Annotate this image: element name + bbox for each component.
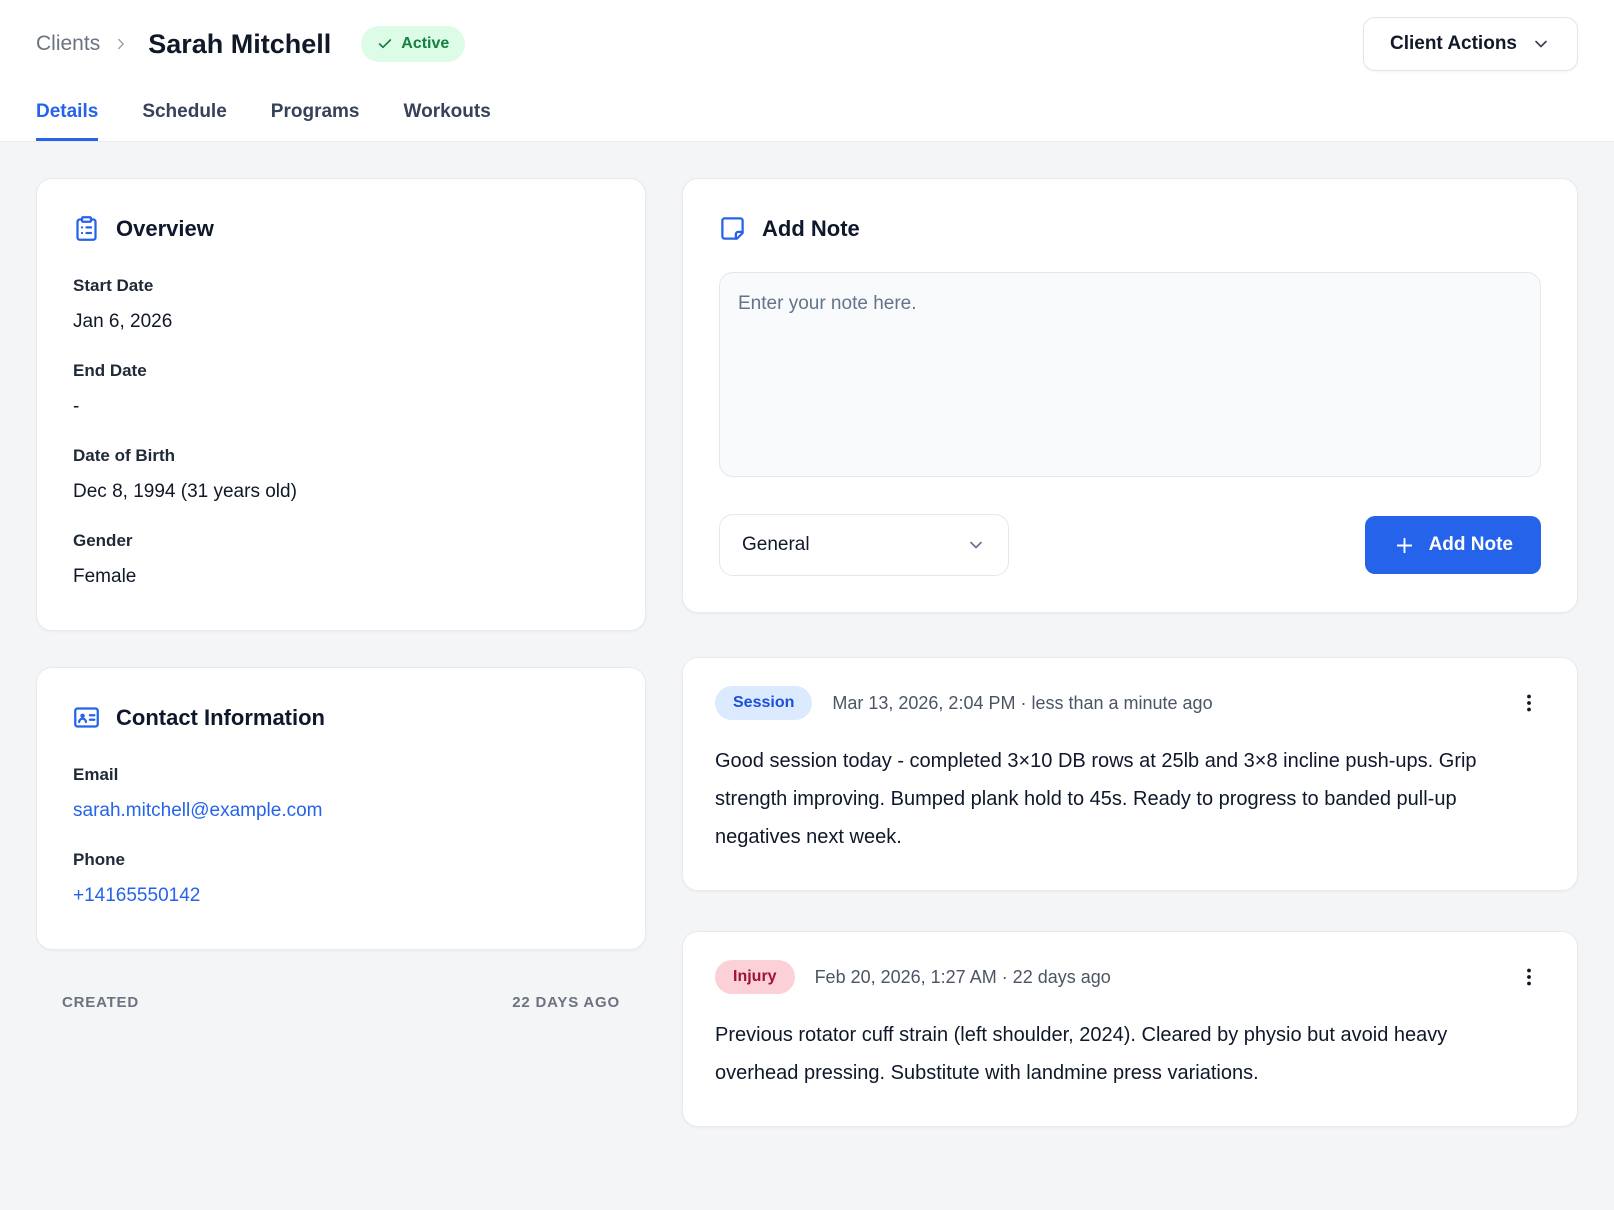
field-value: Female (73, 566, 609, 588)
left-column: Overview Start Date Jan 6, 2026 End Date… (36, 178, 646, 1011)
breadcrumb: Clients Sarah Mitchell Active (36, 26, 465, 62)
plus-icon (1393, 534, 1416, 557)
note-timestamp: Mar 13, 2026, 2:04 PM · less than a minu… (832, 693, 1493, 714)
note-menu-kebab-icon[interactable] (1513, 687, 1545, 719)
email-link[interactable]: sarah.mitchell@example.com (73, 800, 609, 822)
field-date-of-birth: Date of Birth Dec 8, 1994 (31 years old) (73, 446, 609, 503)
add-note-title: Add Note (762, 216, 860, 242)
client-actions-label: Client Actions (1390, 33, 1517, 55)
note-item-session: Session Mar 13, 2026, 2:04 PM · less tha… (682, 657, 1578, 891)
tab-programs[interactable]: Programs (271, 101, 360, 141)
note-category-select[interactable]: General (719, 514, 1009, 576)
phone-link[interactable]: +14165550142 (73, 885, 609, 907)
status-badge-label: Active (401, 35, 449, 53)
field-value: Dec 8, 1994 (31 years old) (73, 481, 609, 503)
field-label: Start Date (73, 276, 609, 296)
chevron-right-icon (112, 35, 130, 53)
tab-bar: Details Schedule Programs Workouts (36, 101, 1578, 141)
field-email: Email sarah.mitchell@example.com (73, 765, 609, 822)
note-body: Previous rotator cuff strain (left shoul… (715, 1016, 1525, 1092)
add-note-card: Add Note General Add Note (682, 178, 1578, 613)
field-phone: Phone +14165550142 (73, 850, 609, 907)
field-value: Jan 6, 2026 (73, 311, 609, 333)
created-label: CREATED (62, 994, 139, 1011)
field-start-date: Start Date Jan 6, 2026 (73, 276, 609, 333)
check-icon (377, 36, 393, 52)
field-label: End Date (73, 361, 609, 381)
field-label: Date of Birth (73, 446, 609, 466)
id-card-icon (73, 704, 100, 731)
tab-details[interactable]: Details (36, 101, 98, 141)
contact-title: Contact Information (116, 705, 325, 731)
field-label: Gender (73, 531, 609, 551)
note-body: Good session today - completed 3×10 DB r… (715, 742, 1525, 856)
field-end-date: End Date - (73, 361, 609, 418)
overview-card: Overview Start Date Jan 6, 2026 End Date… (36, 178, 646, 631)
note-type-badge: Injury (715, 960, 795, 994)
field-value: - (73, 396, 609, 418)
status-badge: Active (361, 26, 465, 62)
chevron-down-icon (966, 535, 986, 555)
note-category-value: General (742, 534, 810, 556)
note-item-injury: Injury Feb 20, 2026, 1:27 AM · 22 days a… (682, 931, 1578, 1127)
add-note-button[interactable]: Add Note (1365, 516, 1541, 574)
field-label: Email (73, 765, 609, 785)
right-column: Add Note General Add Note (682, 178, 1578, 1127)
field-gender: Gender Female (73, 531, 609, 588)
client-actions-button[interactable]: Client Actions (1363, 17, 1578, 71)
sticky-note-icon (719, 215, 746, 242)
tab-schedule[interactable]: Schedule (142, 101, 226, 141)
contact-card: Contact Information Email sarah.mitchell… (36, 667, 646, 950)
record-meta-footer: CREATED 22 DAYS AGO (36, 994, 646, 1011)
note-type-badge: Session (715, 686, 812, 720)
note-input[interactable] (719, 272, 1541, 477)
page-title: Sarah Mitchell (148, 29, 331, 60)
note-menu-kebab-icon[interactable] (1513, 961, 1545, 993)
field-label: Phone (73, 850, 609, 870)
page-header: Clients Sarah Mitchell Active Client Act… (0, 0, 1614, 142)
note-timestamp: Feb 20, 2026, 1:27 AM · 22 days ago (815, 967, 1493, 988)
chevron-down-icon (1531, 34, 1551, 54)
breadcrumb-clients-link[interactable]: Clients (36, 32, 100, 56)
overview-title: Overview (116, 216, 214, 242)
created-value: 22 DAYS AGO (512, 994, 620, 1011)
tab-workouts[interactable]: Workouts (404, 101, 491, 141)
add-note-button-label: Add Note (1429, 534, 1513, 556)
clipboard-list-icon (73, 215, 100, 242)
